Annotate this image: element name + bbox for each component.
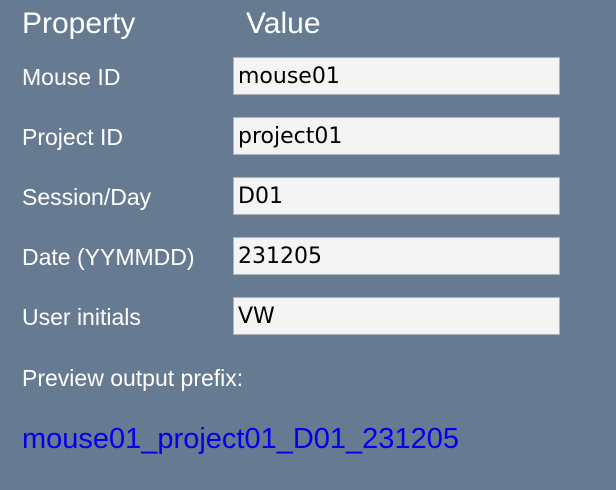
- property-form-panel: Property Value Mouse ID Project ID Sessi…: [0, 0, 616, 490]
- date-input[interactable]: [233, 237, 560, 275]
- mouse-id-input[interactable]: [233, 57, 560, 95]
- user-initials-label: User initials: [22, 304, 141, 330]
- user-initials-input[interactable]: [233, 297, 560, 335]
- property-column-header: Property: [22, 7, 136, 40]
- project-id-label: Project ID: [22, 124, 123, 150]
- session-day-input[interactable]: [233, 177, 560, 215]
- date-label: Date (YYMMDD): [22, 244, 195, 270]
- project-id-input[interactable]: [233, 117, 560, 155]
- preview-output-prefix-value: mouse01_project01_D01_231205: [22, 423, 459, 455]
- value-column-header: Value: [246, 7, 321, 40]
- preview-output-prefix-label: Preview output prefix:: [22, 365, 244, 391]
- session-day-label: Session/Day: [22, 184, 152, 210]
- mouse-id-label: Mouse ID: [22, 64, 121, 90]
